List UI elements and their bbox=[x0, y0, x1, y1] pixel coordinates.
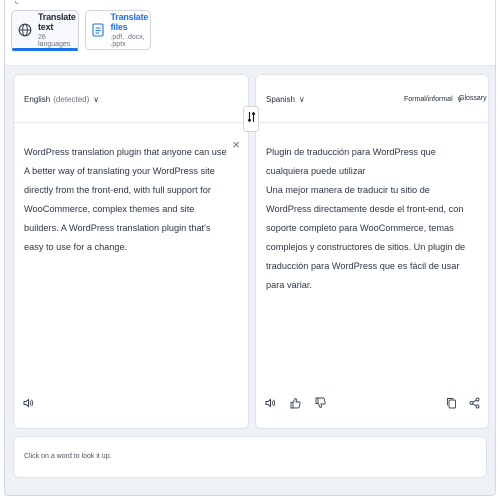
tab-translate-text-subtitle: 26 languages bbox=[38, 34, 71, 48]
swap-languages-button[interactable] bbox=[243, 106, 259, 132]
share-icon[interactable] bbox=[469, 396, 480, 414]
formality-label: Formal/informal bbox=[404, 96, 453, 103]
source-text-input[interactable]: WordPress translation plugin that anyone… bbox=[24, 143, 228, 257]
detected-label: (detected) bbox=[53, 95, 90, 104]
speaker-icon[interactable] bbox=[264, 396, 276, 414]
source-panel-header: English (detected) ∨ bbox=[14, 75, 248, 123]
source-panel: English (detected) ∨ × WordPress transla… bbox=[13, 74, 249, 429]
tab-translate-files-title: Translate files bbox=[110, 12, 149, 32]
close-icon[interactable]: × bbox=[232, 137, 240, 152]
chevron-down-icon: ∨ bbox=[93, 95, 100, 104]
target-panel-header: Spanish ∨ Formal/informal ∨ Glossary bbox=[256, 75, 488, 123]
target-language-select[interactable]: Spanish ∨ bbox=[266, 95, 305, 104]
glossary-button[interactable]: Glossary bbox=[459, 95, 487, 102]
mode-bar: ◟ Translate text 26 languages Translate … bbox=[5, 0, 495, 66]
document-icon bbox=[92, 21, 104, 39]
tab-translate-text-title: Translate text bbox=[38, 12, 76, 32]
chevron-down-icon: ∨ bbox=[298, 95, 305, 104]
tab-translate-text[interactable]: Translate text 26 languages bbox=[11, 10, 79, 51]
globe-icon bbox=[18, 21, 32, 39]
translator-app: ◟ Translate text 26 languages Translate … bbox=[4, 0, 496, 496]
word-lookup-panel: Click on a word to look it up. bbox=[13, 436, 487, 478]
thumbs-up-icon[interactable] bbox=[290, 396, 301, 414]
speaker-icon[interactable] bbox=[22, 396, 34, 414]
swap-icon bbox=[247, 110, 256, 128]
tab-translate-files[interactable]: Translate files .pdf, .docx, .pptx bbox=[85, 10, 151, 50]
corner-glyph: ◟ bbox=[15, 0, 19, 5]
target-panel: Spanish ∨ Formal/informal ∨ Glossary Plu… bbox=[255, 74, 489, 429]
formality-select[interactable]: Formal/informal ∨ bbox=[404, 95, 462, 104]
thumbs-down-icon[interactable] bbox=[315, 396, 326, 414]
glossary-label: Glossary bbox=[459, 95, 487, 102]
target-language-name: Spanish bbox=[266, 95, 295, 104]
source-language-name: English bbox=[24, 95, 51, 104]
lookup-hint: Click on a word to look it up. bbox=[24, 453, 112, 460]
source-language-select[interactable]: English (detected) ∨ bbox=[24, 95, 99, 104]
copy-icon[interactable] bbox=[446, 396, 457, 414]
target-text-output: Plugin de traducción para WordPress que … bbox=[266, 147, 466, 290]
tab-translate-files-subtitle: .pdf, .docx, .pptx bbox=[110, 34, 145, 48]
